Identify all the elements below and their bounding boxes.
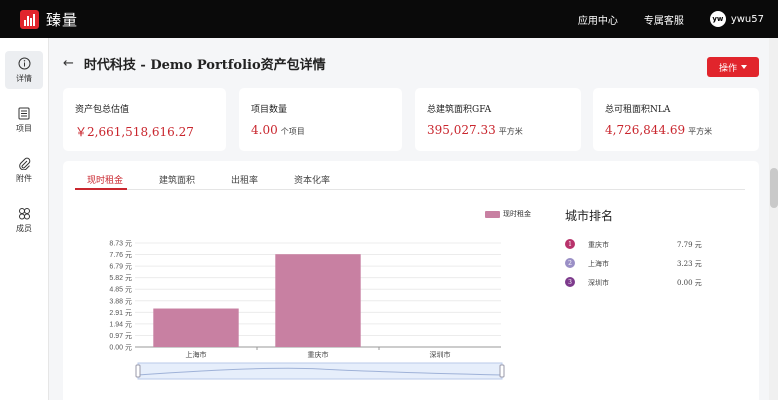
sidebar-item-projects[interactable]: 项目 xyxy=(5,101,43,139)
zoom-slider[interactable] xyxy=(137,362,503,380)
card-value-row: 4,726,844.69 平方米 xyxy=(605,123,712,137)
total-valuation-card: 资产包总估值 ￥2,661,518,616.27 xyxy=(63,88,226,151)
page-title: 时代科技 - Demo Portfolio资产包详情 xyxy=(83,57,326,73)
avatar[interactable]: yw xyxy=(709,11,726,27)
list-icon xyxy=(18,107,30,119)
y-tick-label: 7.76 元 xyxy=(109,251,132,259)
actions-button-label: 操作 xyxy=(718,63,737,74)
zoom-handle-right[interactable] xyxy=(499,364,505,378)
rank-value: 0.00 元 xyxy=(677,279,702,287)
card-label: 总可租面积NLA xyxy=(605,105,671,115)
ranking-row: 3 深圳市 0.00 元 xyxy=(565,277,745,289)
bar-0 xyxy=(153,308,239,347)
card-unit: 平方米 xyxy=(688,127,713,136)
support-link[interactable]: 专属客服 xyxy=(644,12,684,27)
y-tick-label: 4.85 元 xyxy=(109,286,132,294)
rank-city: 重庆市 xyxy=(588,241,609,249)
card-value: 4.00 xyxy=(251,123,278,137)
nla-card: 总可租面积NLA 4,726,844.69 平方米 xyxy=(593,88,759,151)
page-scrollbar[interactable] xyxy=(769,38,778,400)
rank-city: 上海市 xyxy=(588,260,609,268)
y-tick-label: 6.79 元 xyxy=(109,263,132,271)
scrollbar-thumb[interactable] xyxy=(770,168,778,208)
main-content: ← 时代科技 - Demo Portfolio资产包详情 操作 资产包总估值 ￥… xyxy=(49,38,778,400)
x-tick-label: 重庆市 xyxy=(308,350,329,359)
card-label: 总建筑面积GFA xyxy=(427,105,492,115)
card-value-row: 4.00 个项目 xyxy=(251,123,305,137)
app-center-link[interactable]: 应用中心 xyxy=(578,12,618,27)
bar-1 xyxy=(275,254,361,347)
logo-icon[interactable] xyxy=(20,9,39,29)
y-tick-label: 1.94 元 xyxy=(109,320,132,328)
username[interactable]: ywu57 xyxy=(731,14,764,25)
sidebar-item-label: 附件 xyxy=(16,173,32,183)
y-tick-label: 8.73 元 xyxy=(109,240,132,248)
members-icon xyxy=(18,207,30,219)
rank-value: 3.23 元 xyxy=(677,260,702,268)
rank-city: 深圳市 xyxy=(588,279,609,287)
sidebar-item-label: 详情 xyxy=(16,73,32,83)
page-header: ← 时代科技 - Demo Portfolio资产包详情 xyxy=(49,38,778,88)
x-tick-label: 深圳市 xyxy=(430,350,451,359)
rank-value: 7.79 元 xyxy=(677,241,702,249)
card-value: ￥2,661,518,616.27 xyxy=(75,125,194,139)
sidebar-item-attachments[interactable]: 附件 xyxy=(5,151,43,189)
sidebar: 详情 项目 附件 成员 xyxy=(0,38,49,400)
sidebar-item-label: 成员 xyxy=(16,223,32,233)
card-unit: 平方米 xyxy=(498,127,523,136)
info-icon xyxy=(18,57,30,69)
brand-name[interactable]: 臻量 xyxy=(46,9,78,30)
rent-bar-chart: 0.00 元 0.97 元 1.94 元 2.91 元 3.88 元 4.85 元 5.82… xyxy=(109,240,505,380)
card-value-row: 395,027.33 平方米 xyxy=(427,123,523,137)
card-value: 395,027.33 xyxy=(427,123,496,137)
rank-badge: 3 xyxy=(565,277,575,287)
zoom-handle-left[interactable] xyxy=(135,364,141,378)
caret-down-icon xyxy=(741,65,747,69)
y-tick-label: 2.91 元 xyxy=(109,309,132,317)
y-tick-label: 0.97 元 xyxy=(109,332,132,340)
paperclip-icon xyxy=(18,157,30,170)
sidebar-item-details[interactable]: 详情 xyxy=(5,51,43,89)
card-value-row: ￥2,661,518,616.27 xyxy=(75,123,197,140)
y-tick-label: 5.82 元 xyxy=(109,274,132,282)
project-count-card: 项目数量 4.00 个项目 xyxy=(239,88,402,151)
sidebar-item-label: 项目 xyxy=(16,123,32,133)
card-value: 4,726,844.69 xyxy=(605,123,686,137)
x-tick-label: 上海市 xyxy=(186,350,207,359)
y-tick-label: 3.88 元 xyxy=(109,297,132,305)
actions-button[interactable]: 操作 xyxy=(707,57,759,77)
card-unit: 个项目 xyxy=(280,127,305,136)
card-label: 资产包总估值 xyxy=(75,105,130,115)
sidebar-item-members[interactable]: 成员 xyxy=(5,201,43,239)
back-arrow-icon[interactable]: ← xyxy=(63,56,74,71)
ranking-title: 城市排名 xyxy=(565,209,614,223)
chart-panel: 现时租金 建筑面积 出租率 资本化率 现时租金 0.00 元 0.97 元 1.94… xyxy=(63,161,759,400)
card-label: 项目数量 xyxy=(251,105,288,115)
ranking-row: 1 重庆市 7.79 元 xyxy=(565,239,745,251)
ranking-row: 2 上海市 3.23 元 xyxy=(565,258,745,270)
y-tick-label: 0.00 元 xyxy=(109,344,132,352)
rank-badge: 1 xyxy=(565,239,575,249)
gfa-card: 总建筑面积GFA 395,027.33 平方米 xyxy=(415,88,581,151)
rank-badge: 2 xyxy=(565,258,575,268)
top-bar: 臻量 应用中心 专属客服 yw ywu57 xyxy=(0,0,778,38)
